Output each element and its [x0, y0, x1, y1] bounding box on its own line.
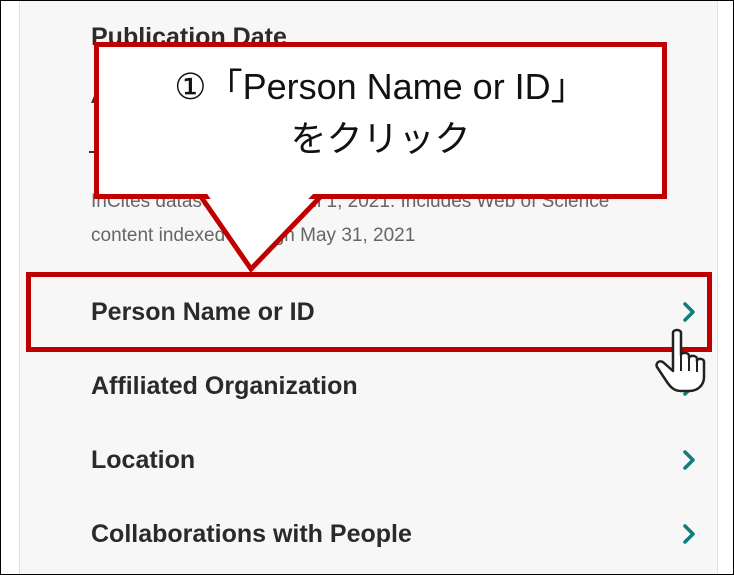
screenshot-frame: Publication Date A InCites dataset updat…: [0, 0, 734, 575]
annotation-callout: ①「Person Name or ID」 をクリック: [94, 42, 667, 199]
filter-label: Collaborations with People: [91, 519, 412, 548]
callout-text: ①「Person Name or ID」 をクリック: [99, 61, 662, 165]
chevron-right-icon: [683, 524, 695, 544]
filter-label: Location: [91, 445, 196, 474]
callout-line-2: をクリック: [290, 118, 471, 159]
filter-affiliated-organization[interactable]: Affiliated Organization: [31, 349, 714, 423]
chevron-right-icon: [683, 450, 695, 470]
hand-pointer-icon: [655, 328, 706, 393]
filter-label: Affiliated Organization: [91, 371, 358, 400]
callout-line-1: ①「Person Name or ID」: [174, 66, 587, 107]
filter-collaborations-with-people[interactable]: Collaborations with People: [31, 497, 714, 571]
filter-location[interactable]: Location: [31, 423, 714, 497]
highlight-box: [26, 272, 712, 352]
